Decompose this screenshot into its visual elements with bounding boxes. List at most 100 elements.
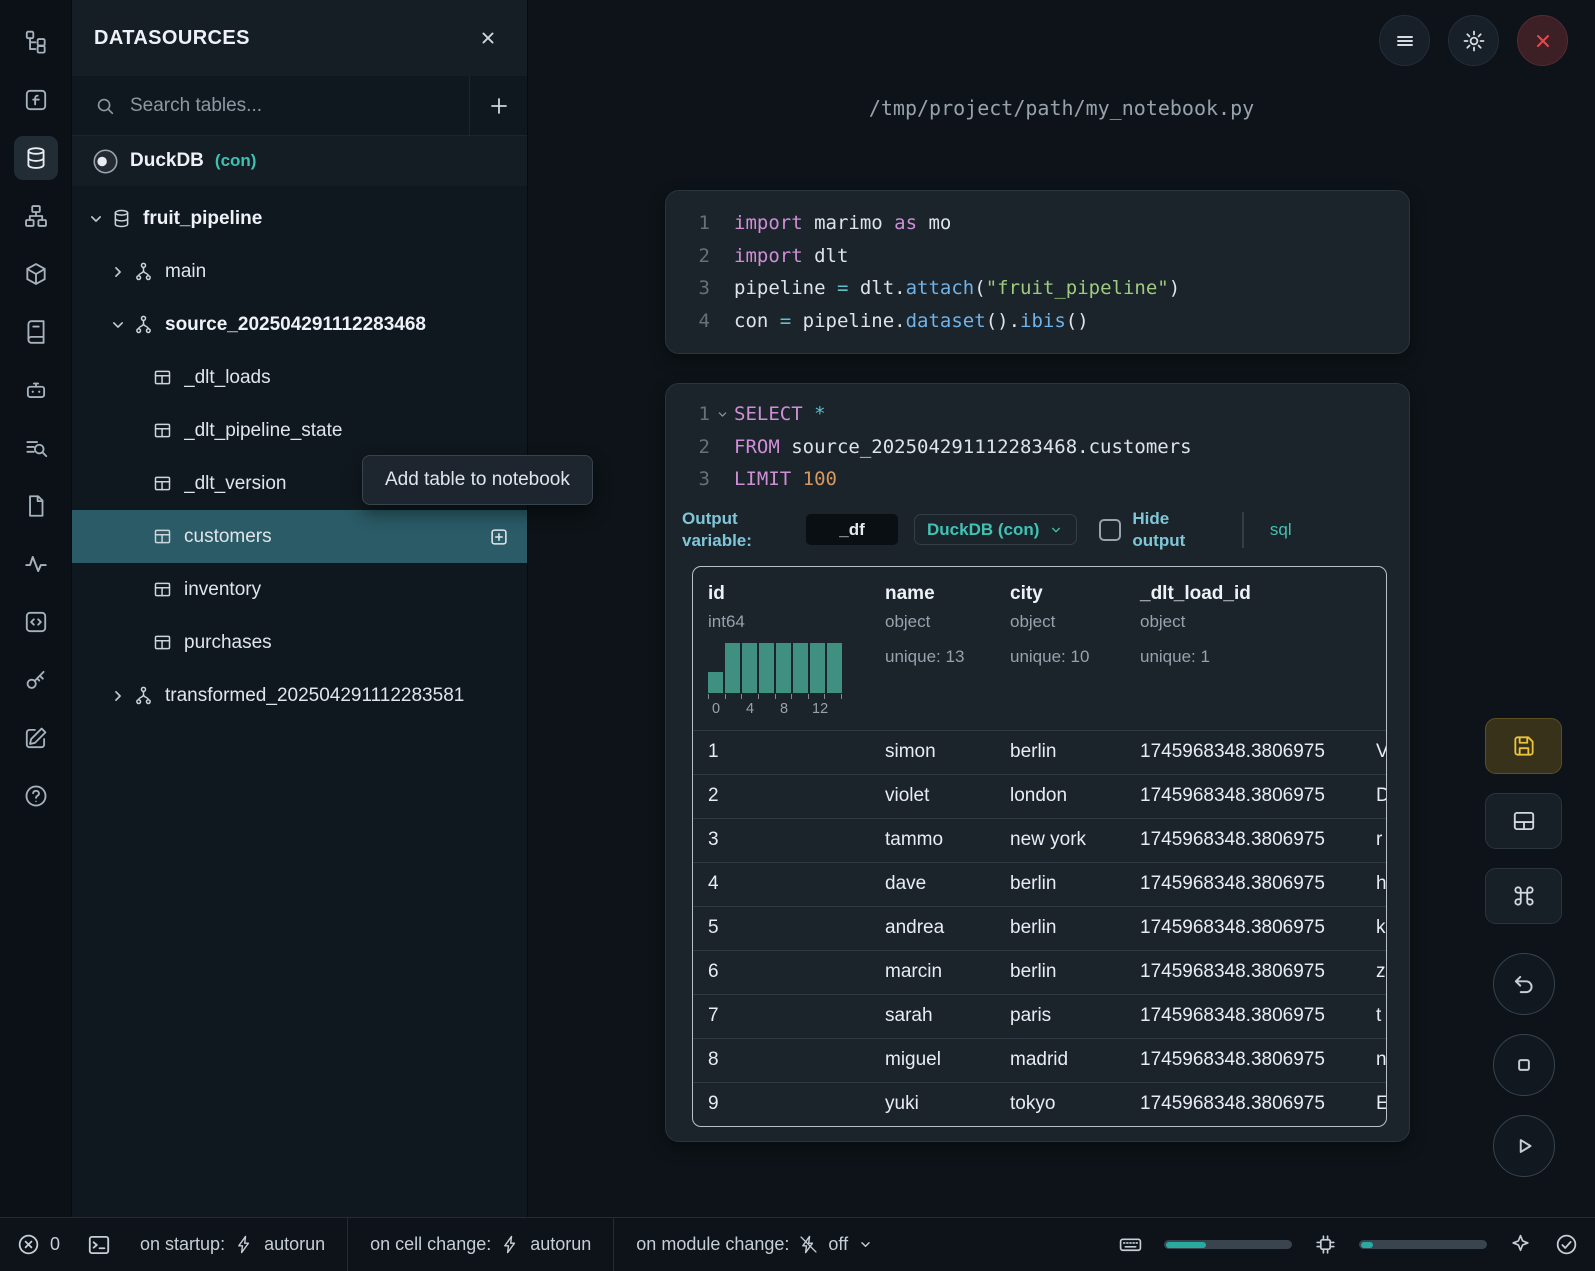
sql-cell[interactable]: 1SELECT *2FROM source_202504291112283468…	[665, 383, 1410, 1142]
plus-icon	[487, 94, 511, 118]
column-header-_dlt_load_id: _dlt_load_idobjectunique: 1	[1125, 567, 1361, 730]
engine-select[interactable]: DuckDB (con)	[914, 514, 1077, 545]
tree-item-_dlt_loads[interactable]: _dlt_loads	[72, 351, 527, 404]
table-cell: E	[1361, 1083, 1386, 1126]
table-cell: 1745968348.3806975	[1125, 995, 1361, 1038]
tree-item-inventory[interactable]: inventory	[72, 563, 527, 616]
table-row[interactable]: 9yukitokyo1745968348.3806975E	[693, 1082, 1386, 1126]
rail-hierarchy-icon[interactable]	[14, 194, 58, 238]
command-palette-button[interactable]	[1485, 868, 1562, 924]
shutdown-button[interactable]	[1517, 15, 1568, 66]
layout-button[interactable]	[1485, 793, 1562, 849]
setting-label: on startup:	[140, 1234, 225, 1255]
rail-help-icon[interactable]	[14, 774, 58, 818]
window-actions	[1379, 15, 1568, 66]
code-line: 4con = pipeline.dataset().ibis()	[666, 305, 1409, 338]
rail-compose-icon[interactable]	[14, 716, 58, 760]
table-cell: dave	[870, 863, 995, 906]
stop-icon	[1511, 1052, 1537, 1078]
rail-activity-icon[interactable]	[14, 542, 58, 586]
keyboard-icon[interactable]	[1118, 1232, 1143, 1257]
divider	[613, 1218, 614, 1271]
layout-icon	[1511, 808, 1537, 834]
output-variable-input[interactable]	[806, 514, 898, 545]
setting-value: autorun	[264, 1234, 325, 1255]
menu-button[interactable]	[1379, 15, 1430, 66]
rail-book-icon[interactable]	[14, 310, 58, 354]
terminal-button[interactable]	[86, 1232, 112, 1258]
python-code-editor[interactable]: 1import marimo as mo2import dlt3pipeline…	[666, 207, 1409, 337]
table-row[interactable]: 8miguelmadrid1745968348.3806975n	[693, 1038, 1386, 1082]
code-line: 3LIMIT 100	[666, 463, 1409, 496]
tree-item-label: customers	[184, 526, 272, 548]
run-button[interactable]	[1493, 1115, 1555, 1177]
code-line: 1import marimo as mo	[666, 207, 1409, 240]
rail-database-icon[interactable]	[14, 136, 58, 180]
code-line: 2import dlt	[666, 240, 1409, 273]
resource-slider[interactable]	[1359, 1240, 1487, 1249]
tree-item-source_202504291112283468[interactable]: source_202504291112283468	[72, 298, 527, 351]
table-cell: 3	[693, 819, 870, 862]
table-row[interactable]: 2violetlondon1745968348.3806975D	[693, 774, 1386, 818]
table-cell: 6	[693, 951, 870, 994]
search-input[interactable]	[130, 95, 469, 117]
table-cell: berlin	[995, 863, 1125, 906]
table-row[interactable]: 5andreaberlin1745968348.3806975k	[693, 906, 1386, 950]
engine-label: DuckDB (con)	[927, 520, 1039, 540]
app-window: DATASOURCES DuckDB (con) fruit_pipelinem…	[0, 0, 1595, 1271]
stop-button[interactable]	[1493, 1034, 1555, 1096]
table-row[interactable]: 4daveberlin1745968348.3806975h	[693, 862, 1386, 906]
rail-function-icon[interactable]	[14, 78, 58, 122]
tree-item-customers[interactable]: customers	[72, 510, 527, 563]
notebook-area: /tmp/project/path/my_notebook.py 1import…	[528, 0, 1595, 1217]
tree-item-main[interactable]: main	[72, 245, 527, 298]
on-cell-change-setting[interactable]: on cell change: autorun	[370, 1234, 591, 1255]
check-circle-icon[interactable]	[1554, 1232, 1579, 1257]
sql-code-editor[interactable]: 1SELECT *2FROM source_202504291112283468…	[666, 398, 1409, 496]
table-row[interactable]: 3tammonew york1745968348.3806975r	[693, 818, 1386, 862]
chip-icon[interactable]	[1313, 1232, 1338, 1257]
save-button[interactable]	[1485, 718, 1562, 774]
error-indicator[interactable]: 0	[16, 1232, 60, 1257]
table-cell: miguel	[870, 1039, 995, 1082]
tree-item-label: source_202504291112283468	[165, 314, 426, 336]
rail-key-icon[interactable]	[14, 658, 58, 702]
on-module-change-setting[interactable]: on module change: off	[636, 1234, 874, 1255]
panel-header: DATASOURCES	[72, 0, 527, 76]
keymap-slider[interactable]	[1164, 1240, 1292, 1249]
tree-item-_dlt_pipeline_state[interactable]: _dlt_pipeline_state	[72, 404, 527, 457]
table-row[interactable]: 1simonberlin1745968348.3806975V	[693, 730, 1386, 774]
rail-search-list-icon[interactable]	[14, 426, 58, 470]
hide-output-checkbox[interactable]	[1099, 519, 1121, 541]
tree-item-purchases[interactable]: purchases	[72, 616, 527, 669]
add-connection-button[interactable]	[470, 76, 527, 135]
table-row[interactable]: 7sarahparis1745968348.3806975t	[693, 994, 1386, 1038]
sparkle-icon[interactable]	[1508, 1232, 1533, 1257]
setting-label: on cell change:	[370, 1234, 491, 1255]
table-cell: 1745968348.3806975	[1125, 775, 1361, 818]
python-cell[interactable]: 1import marimo as mo2import dlt3pipeline…	[665, 190, 1410, 354]
rail-file-tree-icon[interactable]	[14, 20, 58, 64]
sql-output-controls: Output variable: DuckDB (con) Hide outpu…	[682, 508, 1409, 552]
connection-duckdb[interactable]: DuckDB (con)	[72, 136, 527, 186]
error-circle-icon	[16, 1232, 41, 1257]
close-panel-button[interactable]	[477, 27, 499, 49]
table-cell: berlin	[995, 731, 1125, 774]
undo-button[interactable]	[1493, 953, 1555, 1015]
duckdb-logo-icon	[92, 148, 119, 175]
rail-code-icon[interactable]	[14, 600, 58, 644]
tree-item-fruit_pipeline[interactable]: fruit_pipeline	[72, 192, 527, 245]
column-header-city: cityobjectunique: 10	[995, 567, 1125, 730]
rail-robot-icon[interactable]	[14, 368, 58, 412]
settings-button[interactable]	[1448, 15, 1499, 66]
rail-cube-icon[interactable]	[14, 252, 58, 296]
table-cell: z	[1361, 951, 1386, 994]
status-bar: 0 on startup: autorun on cell change: au…	[0, 1217, 1595, 1271]
table-row[interactable]: 6marcinberlin1745968348.3806975z	[693, 950, 1386, 994]
rail-document-icon[interactable]	[14, 484, 58, 528]
on-startup-setting[interactable]: on startup: autorun	[140, 1234, 325, 1255]
table-cell: 2	[693, 775, 870, 818]
table-cell: sarah	[870, 995, 995, 1038]
table-cell: 8	[693, 1039, 870, 1082]
tree-item-transformed_202504291112283581[interactable]: transformed_202504291112283581	[72, 669, 527, 722]
